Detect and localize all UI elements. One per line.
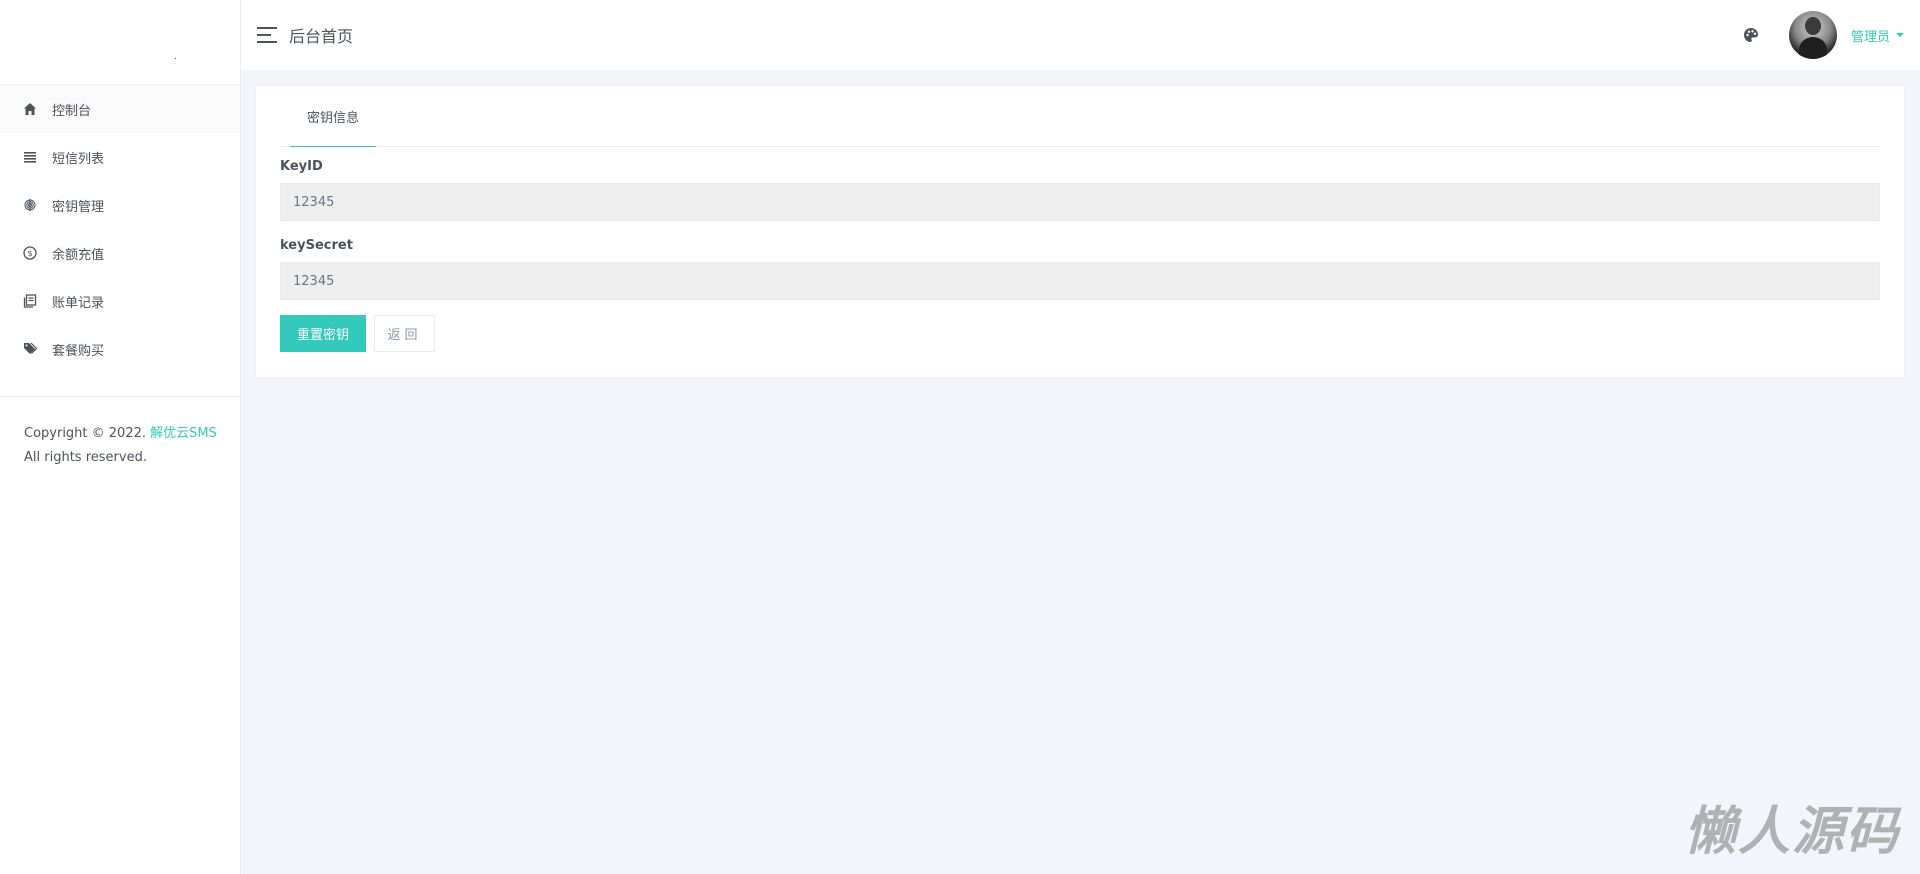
sidebar-item-recharge[interactable]: $ 余额充值 (0, 229, 240, 277)
top-header: 后台首页 管理员 (241, 0, 1920, 70)
sidebar-item-label: 账单记录 (52, 295, 105, 311)
logo-area (0, 0, 240, 84)
brand-link[interactable]: 解优云SMS (150, 426, 217, 441)
sidebar-item-label: 密钥管理 (52, 199, 105, 215)
home-icon (22, 101, 38, 117)
caret-down-icon (1896, 33, 1904, 37)
reset-key-button[interactable]: 重置密钥 (280, 315, 366, 352)
copyright-text: Copyright © 2022. (24, 426, 151, 441)
key-info-card: 密钥信息 KeyID 12345 keySecret 12345 重置密钥 返回 (255, 85, 1905, 378)
ledger-icon (22, 293, 38, 309)
sidebar-item-key-management[interactable]: 密钥管理 (0, 181, 240, 229)
fingerprint-icon (22, 197, 38, 213)
sidebar: 控制台 短信列表 密钥管理 $ 余额充值 账单记录 套餐购买 Copyright… (0, 0, 241, 874)
sidebar-item-packages[interactable]: 套餐购买 (0, 325, 240, 373)
user-name: 管理员 (1850, 29, 1890, 45)
watermark: 懒人源码 (1683, 802, 1900, 862)
tags-icon (22, 341, 38, 357)
sidebar-item-sms-list[interactable]: 短信列表 (0, 133, 240, 181)
sidebar-item-label: 余额充值 (52, 247, 105, 263)
palette-icon[interactable] (1743, 27, 1759, 43)
keysecret-label: keySecret (280, 238, 353, 253)
keyid-label: KeyID (280, 159, 323, 174)
list-icon (22, 149, 38, 165)
tab-bar: 密钥信息 (280, 86, 1880, 147)
sidebar-item-label: 短信列表 (52, 151, 105, 167)
tab-key-info[interactable]: 密钥信息 (290, 86, 376, 147)
sidebar-item-bills[interactable]: 账单记录 (0, 277, 240, 325)
sidebar-item-label: 控制台 (52, 103, 92, 119)
page-title: 后台首页 (289, 27, 354, 46)
menu-toggle-icon[interactable] (257, 27, 277, 43)
sidebar-divider (0, 396, 240, 397)
sidebar-item-label: 套餐购买 (52, 343, 105, 359)
dollar-icon: $ (22, 245, 38, 261)
user-menu[interactable]: 管理员 (1851, 26, 1904, 45)
copyright-rights: All rights reserved. (24, 450, 147, 465)
svg-text:$: $ (27, 249, 32, 258)
keyid-field[interactable]: 12345 (280, 183, 1880, 221)
copyright: Copyright © 2022. 解优云SMS All rights rese… (24, 422, 217, 470)
sidebar-item-dashboard[interactable]: 控制台 (0, 85, 240, 133)
header-right: 管理员 (1743, 0, 1904, 70)
logo (175, 58, 176, 59)
back-button[interactable]: 返回 (374, 315, 435, 352)
avatar[interactable] (1788, 11, 1837, 59)
keysecret-field[interactable]: 12345 (280, 262, 1880, 300)
sidebar-menu: 控制台 短信列表 密钥管理 $ 余额充值 账单记录 套餐购买 (0, 84, 240, 373)
